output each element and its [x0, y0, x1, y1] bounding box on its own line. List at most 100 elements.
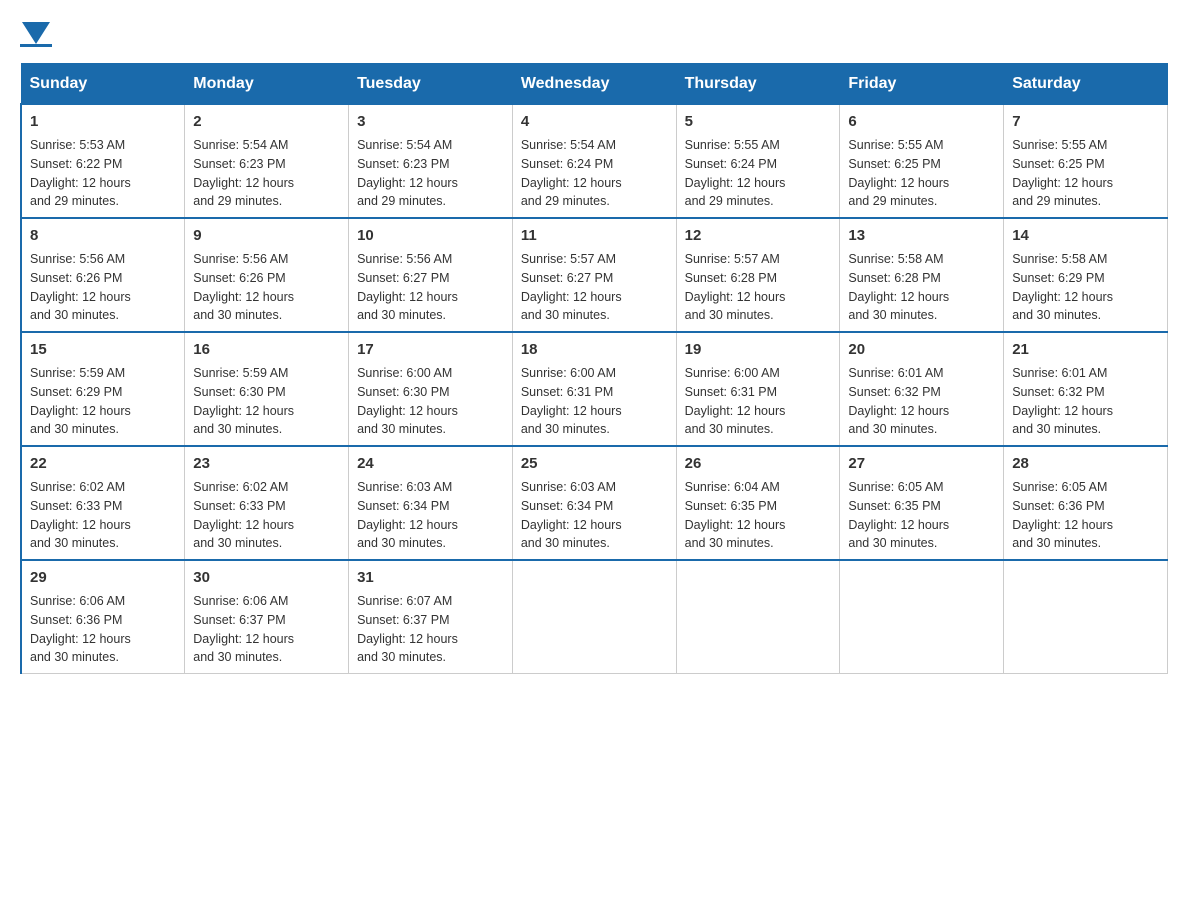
calendar-cell: 17 Sunrise: 6:00 AMSunset: 6:30 PMDaylig…: [349, 332, 513, 446]
day-number: 5: [685, 111, 832, 132]
calendar-cell: [1004, 560, 1168, 674]
day-number: 6: [848, 111, 995, 132]
logo-flag-icon: [22, 22, 50, 44]
calendar-cell: 7 Sunrise: 5:55 AMSunset: 6:25 PMDayligh…: [1004, 104, 1168, 218]
day-number: 27: [848, 453, 995, 474]
weekday-header-tuesday: Tuesday: [349, 64, 513, 104]
day-number: 25: [521, 453, 668, 474]
weekday-header-sunday: Sunday: [21, 64, 185, 104]
cell-info: Sunrise: 5:59 AMSunset: 6:30 PMDaylight:…: [193, 366, 294, 436]
cell-info: Sunrise: 6:05 AMSunset: 6:35 PMDaylight:…: [848, 480, 949, 550]
weekday-header-wednesday: Wednesday: [512, 64, 676, 104]
calendar-cell: 16 Sunrise: 5:59 AMSunset: 6:30 PMDaylig…: [185, 332, 349, 446]
day-number: 23: [193, 453, 340, 474]
calendar-week-row-5: 29 Sunrise: 6:06 AMSunset: 6:36 PMDaylig…: [21, 560, 1168, 674]
calendar-cell: 18 Sunrise: 6:00 AMSunset: 6:31 PMDaylig…: [512, 332, 676, 446]
day-number: 4: [521, 111, 668, 132]
cell-info: Sunrise: 6:00 AMSunset: 6:31 PMDaylight:…: [521, 366, 622, 436]
calendar-cell: 15 Sunrise: 5:59 AMSunset: 6:29 PMDaylig…: [21, 332, 185, 446]
calendar-cell: 8 Sunrise: 5:56 AMSunset: 6:26 PMDayligh…: [21, 218, 185, 332]
calendar-cell: 22 Sunrise: 6:02 AMSunset: 6:33 PMDaylig…: [21, 446, 185, 560]
calendar-cell: 19 Sunrise: 6:00 AMSunset: 6:31 PMDaylig…: [676, 332, 840, 446]
calendar-week-row-4: 22 Sunrise: 6:02 AMSunset: 6:33 PMDaylig…: [21, 446, 1168, 560]
day-number: 26: [685, 453, 832, 474]
day-number: 7: [1012, 111, 1159, 132]
calendar-cell: 26 Sunrise: 6:04 AMSunset: 6:35 PMDaylig…: [676, 446, 840, 560]
calendar-week-row-3: 15 Sunrise: 5:59 AMSunset: 6:29 PMDaylig…: [21, 332, 1168, 446]
cell-info: Sunrise: 5:55 AMSunset: 6:25 PMDaylight:…: [848, 138, 949, 208]
calendar-cell: 21 Sunrise: 6:01 AMSunset: 6:32 PMDaylig…: [1004, 332, 1168, 446]
calendar-cell: [840, 560, 1004, 674]
day-number: 29: [30, 567, 176, 588]
cell-info: Sunrise: 5:54 AMSunset: 6:24 PMDaylight:…: [521, 138, 622, 208]
calendar-cell: 20 Sunrise: 6:01 AMSunset: 6:32 PMDaylig…: [840, 332, 1004, 446]
day-number: 22: [30, 453, 176, 474]
day-number: 12: [685, 225, 832, 246]
calendar-cell: 27 Sunrise: 6:05 AMSunset: 6:35 PMDaylig…: [840, 446, 1004, 560]
calendar-table: SundayMondayTuesdayWednesdayThursdayFrid…: [20, 63, 1168, 674]
cell-info: Sunrise: 5:56 AMSunset: 6:26 PMDaylight:…: [193, 252, 294, 322]
cell-info: Sunrise: 6:01 AMSunset: 6:32 PMDaylight:…: [848, 366, 949, 436]
calendar-cell: 6 Sunrise: 5:55 AMSunset: 6:25 PMDayligh…: [840, 104, 1004, 218]
calendar-cell: 28 Sunrise: 6:05 AMSunset: 6:36 PMDaylig…: [1004, 446, 1168, 560]
calendar-cell: 25 Sunrise: 6:03 AMSunset: 6:34 PMDaylig…: [512, 446, 676, 560]
cell-info: Sunrise: 5:58 AMSunset: 6:29 PMDaylight:…: [1012, 252, 1113, 322]
calendar-cell: 29 Sunrise: 6:06 AMSunset: 6:36 PMDaylig…: [21, 560, 185, 674]
cell-info: Sunrise: 5:54 AMSunset: 6:23 PMDaylight:…: [357, 138, 458, 208]
calendar-week-row-2: 8 Sunrise: 5:56 AMSunset: 6:26 PMDayligh…: [21, 218, 1168, 332]
calendar-cell: 13 Sunrise: 5:58 AMSunset: 6:28 PMDaylig…: [840, 218, 1004, 332]
calendar-cell: 24 Sunrise: 6:03 AMSunset: 6:34 PMDaylig…: [349, 446, 513, 560]
day-number: 11: [521, 225, 668, 246]
cell-info: Sunrise: 6:02 AMSunset: 6:33 PMDaylight:…: [193, 480, 294, 550]
day-number: 28: [1012, 453, 1159, 474]
cell-info: Sunrise: 5:59 AMSunset: 6:29 PMDaylight:…: [30, 366, 131, 436]
cell-info: Sunrise: 6:07 AMSunset: 6:37 PMDaylight:…: [357, 594, 458, 664]
cell-info: Sunrise: 5:55 AMSunset: 6:25 PMDaylight:…: [1012, 138, 1113, 208]
calendar-cell: 11 Sunrise: 5:57 AMSunset: 6:27 PMDaylig…: [512, 218, 676, 332]
cell-info: Sunrise: 5:58 AMSunset: 6:28 PMDaylight:…: [848, 252, 949, 322]
calendar-cell: 10 Sunrise: 5:56 AMSunset: 6:27 PMDaylig…: [349, 218, 513, 332]
cell-info: Sunrise: 6:05 AMSunset: 6:36 PMDaylight:…: [1012, 480, 1113, 550]
cell-info: Sunrise: 6:04 AMSunset: 6:35 PMDaylight:…: [685, 480, 786, 550]
day-number: 19: [685, 339, 832, 360]
day-number: 14: [1012, 225, 1159, 246]
calendar-cell: [676, 560, 840, 674]
logo-underline: [20, 44, 52, 47]
cell-info: Sunrise: 5:57 AMSunset: 6:27 PMDaylight:…: [521, 252, 622, 322]
cell-info: Sunrise: 6:00 AMSunset: 6:31 PMDaylight:…: [685, 366, 786, 436]
day-number: 9: [193, 225, 340, 246]
page-header: [20, 20, 1168, 47]
day-number: 21: [1012, 339, 1159, 360]
calendar-cell: 2 Sunrise: 5:54 AMSunset: 6:23 PMDayligh…: [185, 104, 349, 218]
cell-info: Sunrise: 6:06 AMSunset: 6:37 PMDaylight:…: [193, 594, 294, 664]
day-number: 31: [357, 567, 504, 588]
day-number: 16: [193, 339, 340, 360]
day-number: 18: [521, 339, 668, 360]
weekday-header-saturday: Saturday: [1004, 64, 1168, 104]
logo: [20, 20, 52, 42]
day-number: 10: [357, 225, 504, 246]
cell-info: Sunrise: 6:03 AMSunset: 6:34 PMDaylight:…: [521, 480, 622, 550]
day-number: 2: [193, 111, 340, 132]
day-number: 30: [193, 567, 340, 588]
logo-area: [20, 20, 52, 47]
calendar-week-row-1: 1 Sunrise: 5:53 AMSunset: 6:22 PMDayligh…: [21, 104, 1168, 218]
weekday-header-monday: Monday: [185, 64, 349, 104]
weekday-header-friday: Friday: [840, 64, 1004, 104]
day-number: 20: [848, 339, 995, 360]
cell-info: Sunrise: 6:00 AMSunset: 6:30 PMDaylight:…: [357, 366, 458, 436]
cell-info: Sunrise: 5:56 AMSunset: 6:27 PMDaylight:…: [357, 252, 458, 322]
calendar-cell: 14 Sunrise: 5:58 AMSunset: 6:29 PMDaylig…: [1004, 218, 1168, 332]
cell-info: Sunrise: 5:55 AMSunset: 6:24 PMDaylight:…: [685, 138, 786, 208]
calendar-cell: 23 Sunrise: 6:02 AMSunset: 6:33 PMDaylig…: [185, 446, 349, 560]
day-number: 24: [357, 453, 504, 474]
calendar-cell: 12 Sunrise: 5:57 AMSunset: 6:28 PMDaylig…: [676, 218, 840, 332]
day-number: 1: [30, 111, 176, 132]
calendar-cell: 30 Sunrise: 6:06 AMSunset: 6:37 PMDaylig…: [185, 560, 349, 674]
cell-info: Sunrise: 5:53 AMSunset: 6:22 PMDaylight:…: [30, 138, 131, 208]
day-number: 8: [30, 225, 176, 246]
calendar-cell: 9 Sunrise: 5:56 AMSunset: 6:26 PMDayligh…: [185, 218, 349, 332]
day-number: 3: [357, 111, 504, 132]
day-number: 13: [848, 225, 995, 246]
day-number: 17: [357, 339, 504, 360]
